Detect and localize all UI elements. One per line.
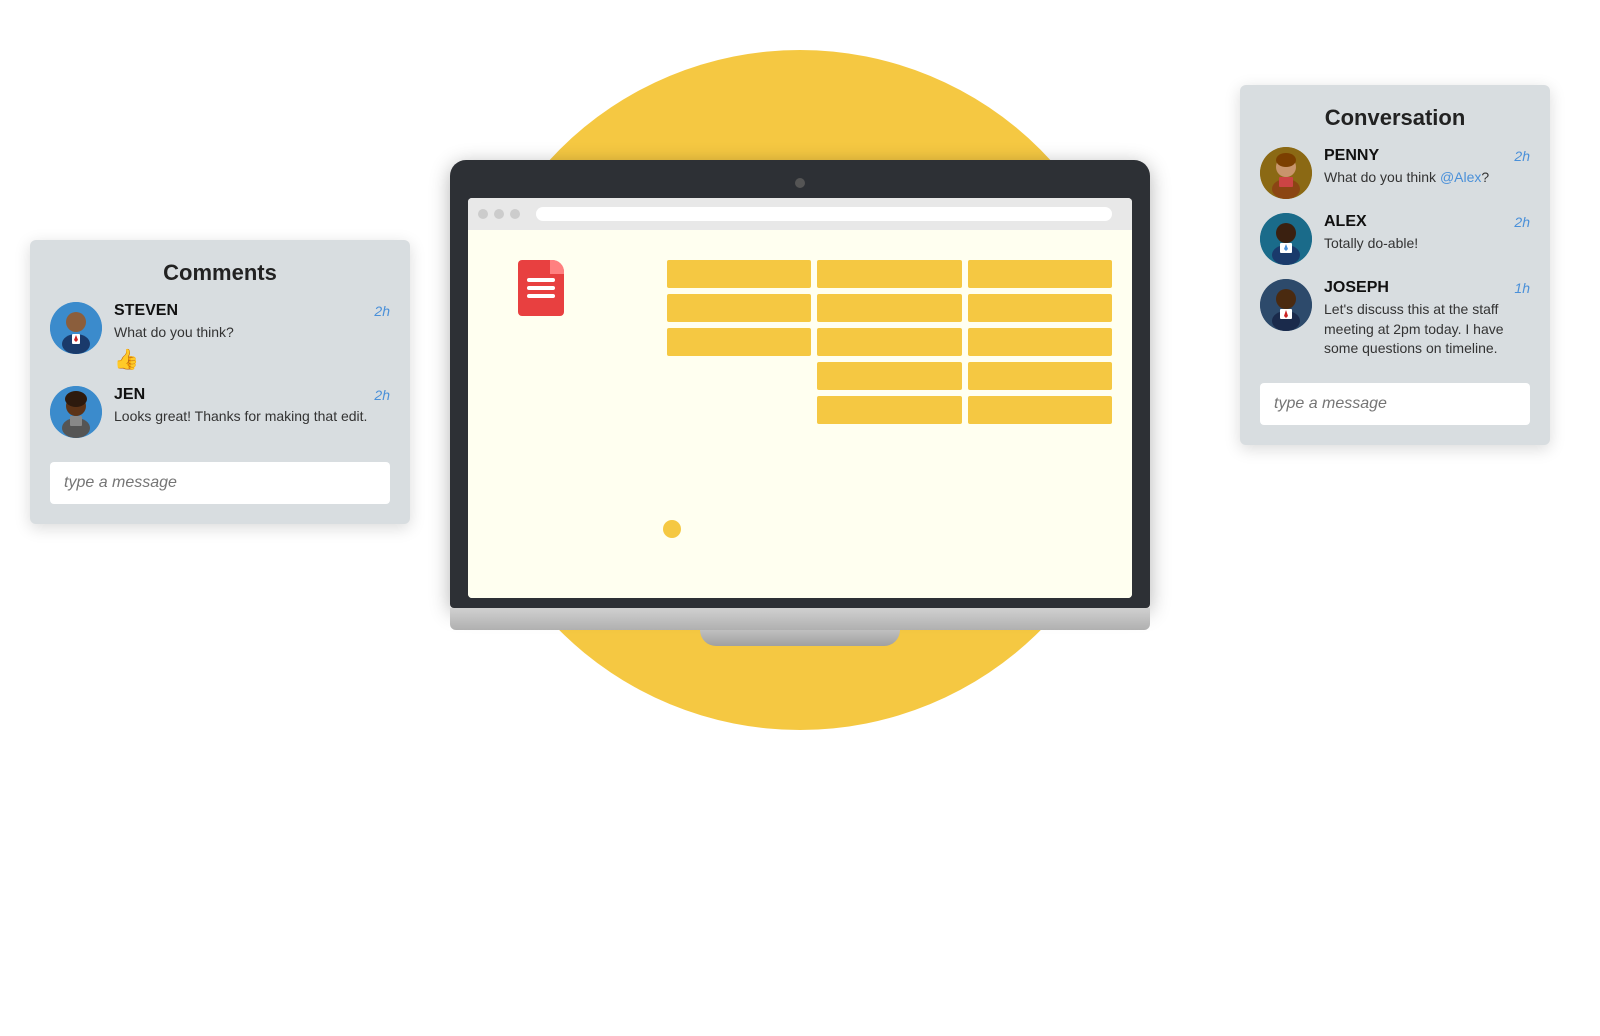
screen-toolbar — [468, 198, 1132, 230]
cell — [488, 362, 661, 390]
toolbar-dot — [478, 209, 488, 219]
comment-item: STEVEN 2h What do you think? 👍 — [50, 302, 390, 372]
text-alex: Totally do-able! — [1324, 234, 1530, 254]
laptop-base — [450, 608, 1150, 630]
cell — [968, 328, 1112, 356]
laptop — [450, 160, 1150, 646]
cell — [667, 328, 811, 356]
cell — [488, 328, 661, 356]
avatar-jen — [50, 386, 102, 438]
comments-panel: Comments STEVEN 2h What do you think? 👍 — [30, 240, 410, 524]
spreadsheet — [488, 260, 1112, 424]
avatar-alex — [1260, 213, 1312, 265]
like-icon[interactable]: 👍 — [114, 347, 390, 372]
author-jen: JEN — [114, 386, 145, 404]
cell — [968, 396, 1112, 424]
cell — [817, 294, 961, 322]
cell — [488, 396, 661, 424]
cell — [667, 260, 811, 288]
cell — [488, 294, 661, 322]
conversation-item-joseph: JOSEPH 1h Let's discuss this at the staf… — [1260, 279, 1530, 359]
cell — [817, 260, 961, 288]
conversation-title: Conversation — [1260, 105, 1530, 131]
avatar-joseph — [1260, 279, 1312, 331]
laptop-frame — [450, 160, 1150, 608]
comment-body-steven: STEVEN 2h What do you think? 👍 — [114, 302, 390, 372]
avatar-penny — [1260, 147, 1312, 199]
laptop-camera — [795, 178, 805, 188]
comment-body-alex: ALEX 2h Totally do-able! — [1324, 213, 1530, 254]
text-steven: What do you think? — [114, 323, 390, 343]
doc-icon — [518, 260, 564, 316]
time-steven: 2h — [374, 303, 390, 319]
text-penny: What do you think @Alex? — [1324, 168, 1530, 188]
comments-title: Comments — [50, 260, 390, 286]
conversation-item-alex: ALEX 2h Totally do-able! — [1260, 213, 1530, 265]
comment-item: JEN 2h Looks great! Thanks for making th… — [50, 386, 390, 438]
cell — [667, 294, 811, 322]
comment-header: JOSEPH 1h — [1324, 279, 1530, 297]
comments-message-input[interactable] — [50, 462, 390, 504]
cell — [968, 294, 1112, 322]
time-alex: 2h — [1514, 214, 1530, 230]
comment-body-jen: JEN 2h Looks great! Thanks for making th… — [114, 386, 390, 427]
laptop-screen — [468, 198, 1132, 598]
cell — [968, 362, 1112, 390]
comment-body-penny: PENNY 2h What do you think @Alex? — [1324, 147, 1530, 188]
comment-header: JEN 2h — [114, 386, 390, 404]
cell — [817, 362, 961, 390]
time-joseph: 1h — [1514, 280, 1530, 296]
comment-body-joseph: JOSEPH 1h Let's discuss this at the staf… — [1324, 279, 1530, 359]
avatar-steven — [50, 302, 102, 354]
cell — [488, 260, 661, 288]
author-steven: STEVEN — [114, 302, 178, 320]
comment-header: ALEX 2h — [1324, 213, 1530, 231]
time-penny: 2h — [1514, 148, 1530, 164]
author-alex: ALEX — [1324, 213, 1367, 231]
time-jen: 2h — [374, 387, 390, 403]
screen-content — [468, 230, 1132, 598]
text-jen: Looks great! Thanks for making that edit… — [114, 407, 390, 427]
comment-header: STEVEN 2h — [114, 302, 390, 320]
author-penny: PENNY — [1324, 147, 1379, 165]
cell — [667, 396, 811, 424]
address-bar — [536, 207, 1112, 221]
conversation-panel: Conversation PENNY 2h What do you think … — [1240, 85, 1550, 445]
toolbar-dot — [510, 209, 520, 219]
author-joseph: JOSEPH — [1324, 279, 1389, 297]
text-joseph: Let's discuss this at the staff meeting … — [1324, 300, 1530, 359]
mention-alex: @Alex — [1440, 169, 1481, 185]
conversation-item-penny: PENNY 2h What do you think @Alex? — [1260, 147, 1530, 199]
connector-dot — [663, 520, 681, 538]
cell — [817, 396, 961, 424]
cell — [667, 362, 811, 390]
toolbar-dot — [494, 209, 504, 219]
laptop-stand — [700, 630, 900, 646]
cell — [968, 260, 1112, 288]
comment-header: PENNY 2h — [1324, 147, 1530, 165]
conversation-message-input[interactable] — [1260, 383, 1530, 425]
cell — [817, 328, 961, 356]
